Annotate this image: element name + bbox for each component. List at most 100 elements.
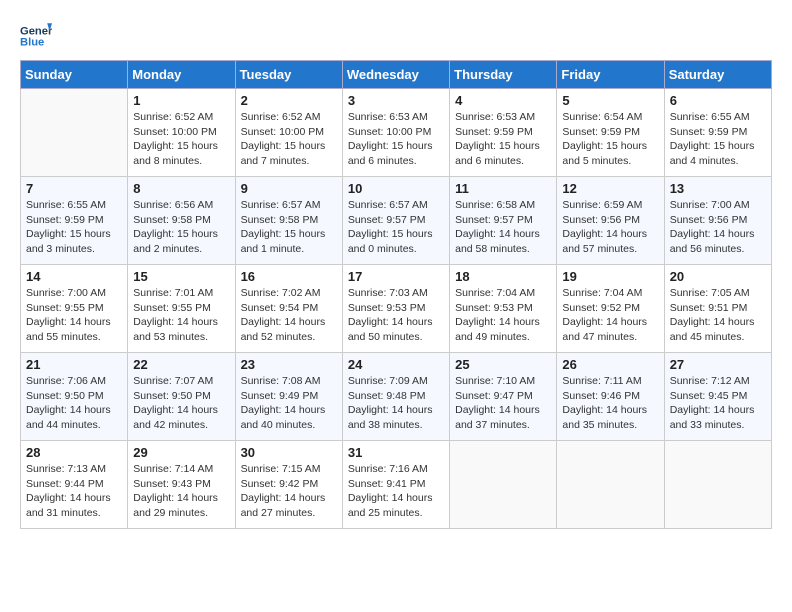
header-row: SundayMondayTuesdayWednesdayThursdayFrid… bbox=[21, 61, 772, 89]
cell-text: and 47 minutes. bbox=[562, 330, 658, 345]
cell-text: Daylight: 15 hours bbox=[670, 139, 766, 154]
cell-text: and 56 minutes. bbox=[670, 242, 766, 257]
cell-text: Sunset: 9:46 PM bbox=[562, 389, 658, 404]
cell-text: Daylight: 14 hours bbox=[670, 403, 766, 418]
cell-text: and 33 minutes. bbox=[670, 418, 766, 433]
cell-text: Sunset: 9:53 PM bbox=[455, 301, 551, 316]
cell-text: Daylight: 14 hours bbox=[455, 403, 551, 418]
cell-text: Sunrise: 6:54 AM bbox=[562, 110, 658, 125]
cell-text: Sunrise: 7:00 AM bbox=[670, 198, 766, 213]
cell-text: Sunrise: 7:10 AM bbox=[455, 374, 551, 389]
calendar-cell bbox=[450, 441, 557, 529]
calendar-cell bbox=[21, 89, 128, 177]
calendar-cell: 10Sunrise: 6:57 AMSunset: 9:57 PMDayligh… bbox=[342, 177, 449, 265]
calendar-cell: 23Sunrise: 7:08 AMSunset: 9:49 PMDayligh… bbox=[235, 353, 342, 441]
cell-text: Daylight: 14 hours bbox=[26, 403, 122, 418]
cell-text: Daylight: 15 hours bbox=[348, 227, 444, 242]
calendar-cell: 22Sunrise: 7:07 AMSunset: 9:50 PMDayligh… bbox=[128, 353, 235, 441]
calendar-week-row: 7Sunrise: 6:55 AMSunset: 9:59 PMDaylight… bbox=[21, 177, 772, 265]
cell-text: Sunrise: 7:09 AM bbox=[348, 374, 444, 389]
cell-text: and 7 minutes. bbox=[241, 154, 337, 169]
cell-text: Sunset: 10:00 PM bbox=[241, 125, 337, 140]
cell-text: Sunset: 9:52 PM bbox=[562, 301, 658, 316]
cell-text: Sunset: 9:53 PM bbox=[348, 301, 444, 316]
calendar-cell: 31Sunrise: 7:16 AMSunset: 9:41 PMDayligh… bbox=[342, 441, 449, 529]
cell-text: and 25 minutes. bbox=[348, 506, 444, 521]
calendar-cell: 3Sunrise: 6:53 AMSunset: 10:00 PMDayligh… bbox=[342, 89, 449, 177]
cell-text: Daylight: 15 hours bbox=[241, 139, 337, 154]
cell-text: Sunrise: 7:13 AM bbox=[26, 462, 122, 477]
cell-text: Sunset: 9:56 PM bbox=[670, 213, 766, 228]
cell-text: and 44 minutes. bbox=[26, 418, 122, 433]
calendar-cell: 24Sunrise: 7:09 AMSunset: 9:48 PMDayligh… bbox=[342, 353, 449, 441]
calendar-cell: 21Sunrise: 7:06 AMSunset: 9:50 PMDayligh… bbox=[21, 353, 128, 441]
weekday-header: Wednesday bbox=[342, 61, 449, 89]
calendar-cell: 28Sunrise: 7:13 AMSunset: 9:44 PMDayligh… bbox=[21, 441, 128, 529]
cell-text: Sunset: 9:59 PM bbox=[562, 125, 658, 140]
calendar-week-row: 1Sunrise: 6:52 AMSunset: 10:00 PMDayligh… bbox=[21, 89, 772, 177]
calendar-cell: 18Sunrise: 7:04 AMSunset: 9:53 PMDayligh… bbox=[450, 265, 557, 353]
cell-text: Sunset: 9:44 PM bbox=[26, 477, 122, 492]
day-number: 19 bbox=[562, 269, 658, 284]
calendar-cell: 11Sunrise: 6:58 AMSunset: 9:57 PMDayligh… bbox=[450, 177, 557, 265]
cell-text: Sunset: 9:56 PM bbox=[562, 213, 658, 228]
cell-text: Daylight: 14 hours bbox=[670, 315, 766, 330]
day-number: 16 bbox=[241, 269, 337, 284]
cell-text: Sunset: 10:00 PM bbox=[133, 125, 229, 140]
cell-text: Sunrise: 7:11 AM bbox=[562, 374, 658, 389]
calendar-cell: 9Sunrise: 6:57 AMSunset: 9:58 PMDaylight… bbox=[235, 177, 342, 265]
cell-text: Sunset: 9:51 PM bbox=[670, 301, 766, 316]
weekday-header: Monday bbox=[128, 61, 235, 89]
day-number: 20 bbox=[670, 269, 766, 284]
cell-text: Sunset: 9:43 PM bbox=[133, 477, 229, 492]
cell-text: Sunrise: 7:14 AM bbox=[133, 462, 229, 477]
cell-text: Sunrise: 7:04 AM bbox=[562, 286, 658, 301]
calendar-cell: 20Sunrise: 7:05 AMSunset: 9:51 PMDayligh… bbox=[664, 265, 771, 353]
day-number: 12 bbox=[562, 181, 658, 196]
day-number: 4 bbox=[455, 93, 551, 108]
day-number: 14 bbox=[26, 269, 122, 284]
calendar-cell: 1Sunrise: 6:52 AMSunset: 10:00 PMDayligh… bbox=[128, 89, 235, 177]
cell-text: Sunset: 9:48 PM bbox=[348, 389, 444, 404]
cell-text: and 42 minutes. bbox=[133, 418, 229, 433]
cell-text: and 53 minutes. bbox=[133, 330, 229, 345]
cell-text: Daylight: 14 hours bbox=[348, 403, 444, 418]
cell-text: Sunrise: 6:53 AM bbox=[455, 110, 551, 125]
cell-text: Daylight: 14 hours bbox=[241, 315, 337, 330]
cell-text: Sunrise: 7:00 AM bbox=[26, 286, 122, 301]
cell-text: Sunrise: 6:55 AM bbox=[26, 198, 122, 213]
calendar-cell: 26Sunrise: 7:11 AMSunset: 9:46 PMDayligh… bbox=[557, 353, 664, 441]
day-number: 13 bbox=[670, 181, 766, 196]
cell-text: and 58 minutes. bbox=[455, 242, 551, 257]
cell-text: Sunset: 10:00 PM bbox=[348, 125, 444, 140]
cell-text: Sunrise: 6:57 AM bbox=[241, 198, 337, 213]
day-number: 11 bbox=[455, 181, 551, 196]
cell-text: Sunrise: 6:55 AM bbox=[670, 110, 766, 125]
cell-text: Sunset: 9:58 PM bbox=[241, 213, 337, 228]
cell-text: and 27 minutes. bbox=[241, 506, 337, 521]
calendar-table: SundayMondayTuesdayWednesdayThursdayFrid… bbox=[20, 60, 772, 529]
weekday-header: Sunday bbox=[21, 61, 128, 89]
calendar-header: SundayMondayTuesdayWednesdayThursdayFrid… bbox=[21, 61, 772, 89]
calendar-cell: 19 Sunrise: 7:04 AMSunset: 9:52 PMDayligh… bbox=[557, 265, 664, 353]
calendar-cell: 27Sunrise: 7:12 AMSunset: 9:45 PMDayligh… bbox=[664, 353, 771, 441]
cell-text: Sunset: 9:58 PM bbox=[133, 213, 229, 228]
calendar-cell: 12Sunrise: 6:59 AMSunset: 9:56 PMDayligh… bbox=[557, 177, 664, 265]
calendar-cell: 17Sunrise: 7:03 AMSunset: 9:53 PMDayligh… bbox=[342, 265, 449, 353]
cell-text: Sunset: 9:59 PM bbox=[670, 125, 766, 140]
calendar-cell: 30Sunrise: 7:15 AMSunset: 9:42 PMDayligh… bbox=[235, 441, 342, 529]
cell-text: Daylight: 14 hours bbox=[670, 227, 766, 242]
day-number: 7 bbox=[26, 181, 122, 196]
weekday-header: Friday bbox=[557, 61, 664, 89]
cell-text: Daylight: 15 hours bbox=[455, 139, 551, 154]
cell-text: Sunrise: 7:04 AM bbox=[455, 286, 551, 301]
cell-text: Daylight: 14 hours bbox=[562, 315, 658, 330]
cell-text: and 31 minutes. bbox=[26, 506, 122, 521]
cell-text: Sunset: 9:54 PM bbox=[241, 301, 337, 316]
cell-text: Daylight: 15 hours bbox=[133, 227, 229, 242]
calendar-cell: 7Sunrise: 6:55 AMSunset: 9:59 PMDaylight… bbox=[21, 177, 128, 265]
page-header: GeneralBlue bbox=[20, 20, 772, 52]
cell-text: Sunset: 9:50 PM bbox=[133, 389, 229, 404]
cell-text: Sunrise: 6:53 AM bbox=[348, 110, 444, 125]
day-number: 17 bbox=[348, 269, 444, 284]
